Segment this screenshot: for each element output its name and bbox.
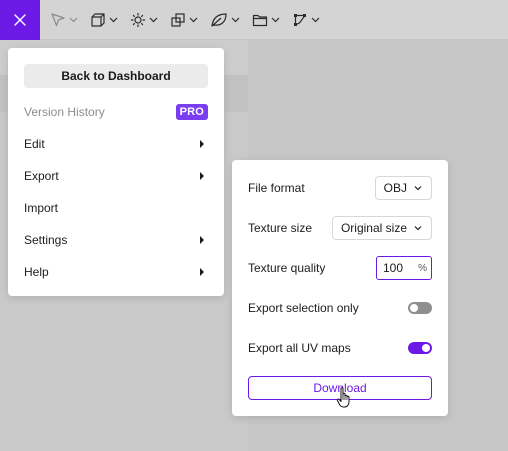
select-tool-button[interactable] [44,0,84,40]
menu-item-settings[interactable]: Settings [8,224,224,256]
chevron-right-icon [200,268,204,276]
texture-quality-row: Texture quality % [248,256,432,280]
menu-item-import[interactable]: Import [8,192,224,224]
folder-tool-button[interactable] [246,0,286,40]
menu-item-label: Import [24,201,59,215]
light-tool-button[interactable] [124,0,164,40]
file-format-select[interactable]: OBJ [374,176,432,200]
uv-maps-toggle[interactable] [408,342,432,354]
menu-item-label: Settings [24,233,68,247]
objects-tool-button[interactable] [164,0,204,40]
menu-item-label: Help [24,265,49,279]
boolean-shapes-icon [171,12,185,27]
texture-quality-input[interactable] [383,261,411,275]
toggle-knob [422,344,430,352]
chevron-right-icon [200,172,204,180]
menu-item-help[interactable]: Help [8,256,224,288]
chevron-right-icon [200,236,204,244]
selection-only-row: Export selection only [248,296,432,320]
chevron-down-icon [311,17,320,23]
chevron-down-icon [109,17,118,23]
menu-item-label: Version History [24,105,105,119]
menu-item-edit[interactable]: Edit [8,128,224,160]
texture-size-select[interactable]: Original size [331,216,432,240]
selection-only-label: Export selection only [248,301,359,315]
chevron-down-icon [271,17,280,23]
menu-item-label: Export [24,169,59,183]
uv-maps-label: Export all UV maps [248,341,351,355]
chevron-right-icon [200,140,204,148]
close-button[interactable] [0,0,40,40]
nodes-tool-button[interactable] [286,0,326,40]
chevron-down-icon [414,226,422,231]
selection-only-toggle[interactable] [408,302,432,314]
main-menu: Back to Dashboard Version History PRO Ed… [8,48,224,296]
material-tool-button[interactable] [204,0,246,40]
uv-maps-row: Export all UV maps [248,336,432,360]
cube-icon [91,12,105,27]
texture-quality-input-wrapper: % [376,256,432,280]
texture-quality-label: Texture quality [248,261,326,275]
hand-pointer-icon [336,387,350,408]
texture-size-row: Texture size Original size [248,216,432,240]
texture-size-label: Texture size [248,221,313,235]
node-graph-icon [294,13,306,26]
cursor-arrow-icon [51,12,65,26]
close-icon [14,13,26,26]
export-panel: File format OBJ Texture size Original si… [232,160,448,416]
file-format-value: OBJ [383,181,407,195]
chevron-down-icon [69,17,78,23]
menu-item-export[interactable]: Export [8,160,224,192]
file-format-row: File format OBJ [248,176,432,200]
texture-size-value: Original size [340,221,407,235]
top-toolbar [0,0,508,40]
folder-icon [252,14,268,26]
chevron-down-icon [231,17,240,23]
pro-badge: PRO [175,104,208,120]
sun-icon [130,12,146,27]
shapes-tool-button[interactable] [84,0,124,40]
back-to-dashboard-button[interactable]: Back to Dashboard [24,64,208,88]
menu-item-label: Edit [24,137,45,151]
chevron-down-icon [189,17,198,23]
chevron-down-icon [414,186,422,191]
leaf-icon [211,12,227,27]
file-format-label: File format [248,181,305,195]
chevron-down-icon [149,17,158,23]
toggle-knob [410,304,418,312]
percent-unit: % [418,262,427,274]
menu-item-version-history: Version History PRO [8,96,224,128]
